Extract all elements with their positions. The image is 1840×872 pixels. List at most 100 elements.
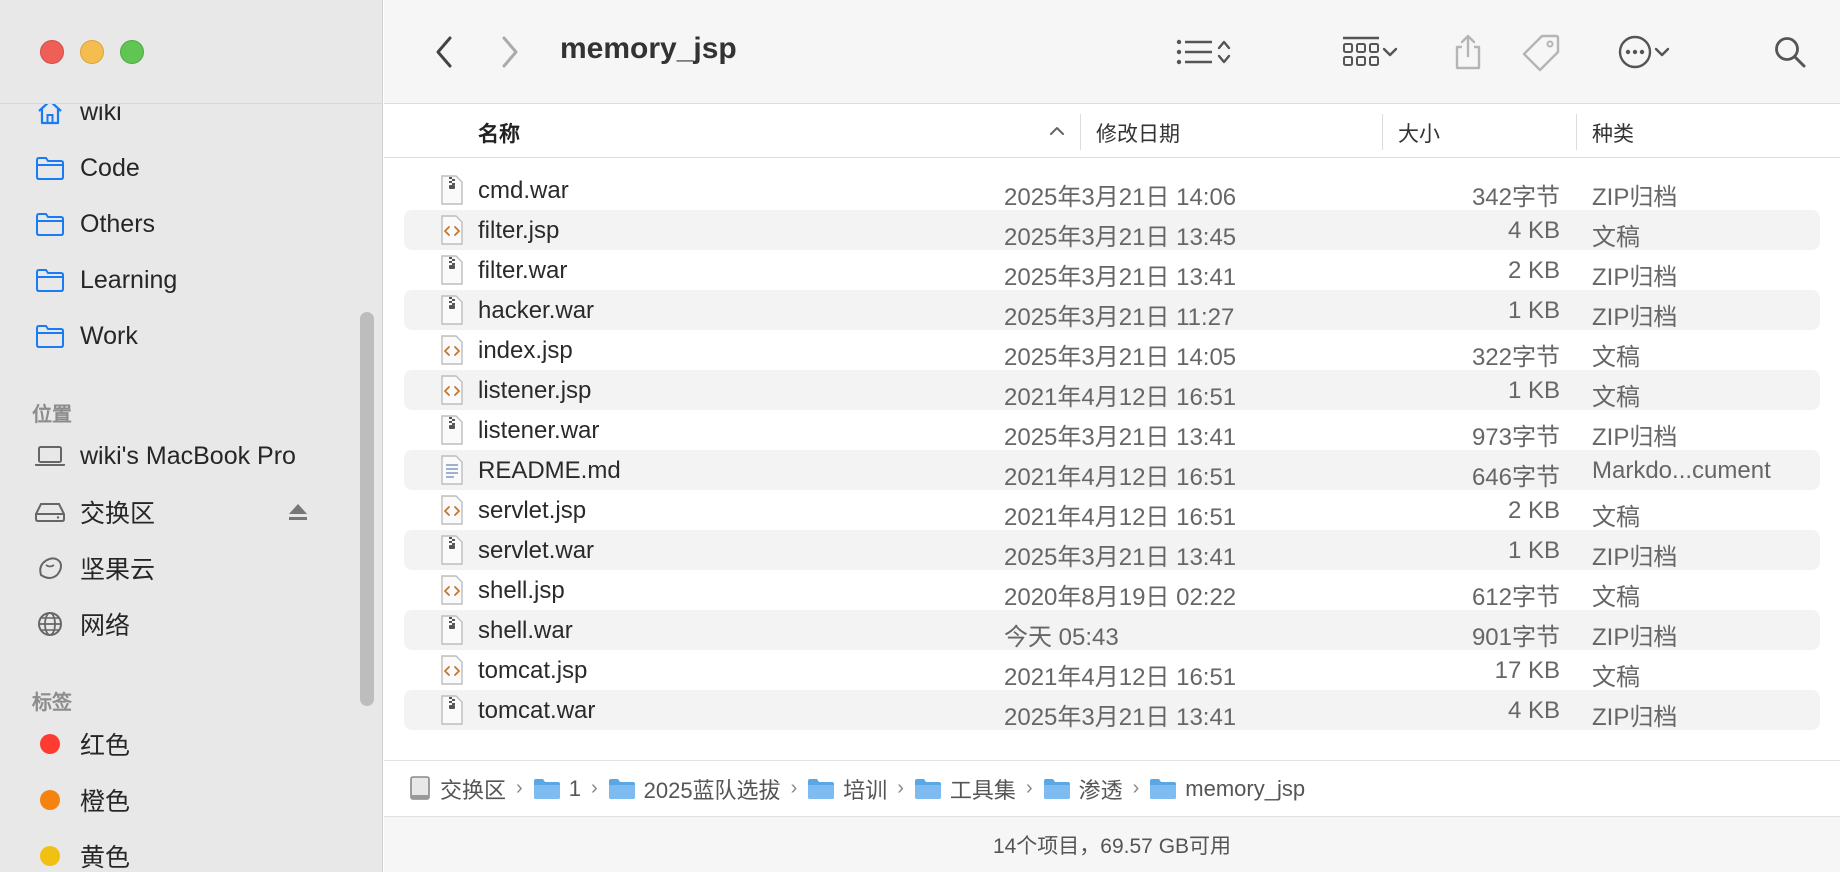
file-kind: ZIP归档	[1592, 304, 1678, 331]
sidebar-item-network[interactable]: 网络	[34, 604, 130, 644]
column-divider[interactable]	[1080, 114, 1081, 150]
minimize-window-button[interactable]	[80, 40, 104, 64]
chevron-right-icon	[502, 36, 518, 68]
file-date: 2021年4月12日 16:51	[1004, 384, 1237, 411]
file-size: 2 KB	[1507, 257, 1560, 284]
file-list: cmd.war 2025年3月21日 14:06 342字节 ZIP归档 filter.…	[384, 170, 1840, 731]
sidebar-item-macbook[interactable]: wiki's MacBook Pro	[34, 436, 296, 476]
forward-button[interactable]	[490, 30, 530, 74]
code-file-icon	[440, 375, 464, 405]
path-crumb[interactable]: 交换区	[408, 773, 506, 805]
chevron-updown-icon	[1217, 40, 1231, 64]
path-crumb[interactable]: 培训	[807, 773, 887, 805]
sidebar-item-label: 红色	[80, 732, 131, 760]
file-size: 1 KB	[1507, 377, 1560, 404]
code-file-icon	[440, 215, 464, 245]
file-name: shell.war	[478, 617, 573, 644]
file-row[interactable]: cmd.war 2025年3月21日 14:06 342字节 ZIP归档	[404, 170, 1820, 211]
close-window-button[interactable]	[40, 40, 64, 64]
path-crumb-label: 交换区	[440, 777, 507, 803]
tag-dot-icon	[34, 728, 66, 760]
file-row[interactable]: filter.jsp 2025年3月21日 13:45 4 KB 文稿	[404, 210, 1820, 251]
path-crumb[interactable]: memory_jsp	[1149, 776, 1305, 802]
file-kind: ZIP归档	[1592, 424, 1678, 451]
tag-button[interactable]	[1518, 30, 1566, 74]
window-title: memory_jsp	[560, 32, 737, 65]
file-date: 2025年3月21日 13:45	[1004, 224, 1237, 251]
sidebar-item-others[interactable]: Others	[34, 204, 155, 244]
folder-icon	[34, 208, 66, 240]
column-kind-header[interactable]: 种类	[1592, 118, 1634, 148]
sidebar-section-tags: 标签	[32, 692, 72, 714]
sort-ascending-icon[interactable]	[1048, 122, 1066, 140]
path-crumb-label: 2025蓝队选拔	[643, 777, 781, 803]
folder-icon	[807, 777, 835, 801]
sidebar-tag-yellow[interactable]: 黄色	[34, 836, 130, 872]
sidebar-tag-orange[interactable]: 橙色	[34, 780, 130, 820]
sidebar-scrollbar[interactable]	[360, 312, 374, 706]
column-divider[interactable]	[1576, 114, 1577, 150]
sidebar: wiki Code Others Learning Work 位置 wiki's…	[0, 0, 383, 872]
file-name: index.jsp	[478, 337, 573, 364]
share-icon	[1455, 34, 1481, 70]
sidebar-tag-red[interactable]: 红色	[34, 724, 130, 764]
file-row[interactable]: listener.jsp 2021年4月12日 16:51 1 KB 文稿	[404, 370, 1820, 411]
search-button[interactable]	[1766, 30, 1814, 74]
file-row[interactable]: hacker.war 2025年3月21日 11:27 1 KB ZIP归档	[404, 290, 1820, 331]
chevron-down-icon	[1382, 47, 1398, 57]
path-crumb[interactable]: 渗透	[1043, 773, 1123, 805]
path-crumb-label: 1	[568, 775, 581, 801]
path-crumb[interactable]: 工具集	[914, 773, 1016, 805]
file-row[interactable]: README.md 2021年4月12日 16:51 646字节 Markdo...c…	[404, 450, 1820, 491]
eject-icon[interactable]	[286, 500, 310, 524]
file-row[interactable]: tomcat.war 2025年3月21日 13:41 4 KB ZIP归档	[404, 690, 1820, 731]
chevron-right-icon: ›	[1025, 777, 1033, 799]
zoom-window-button[interactable]	[120, 40, 144, 64]
chevron-right-icon: ›	[590, 777, 598, 799]
group-button[interactable]	[1332, 30, 1408, 74]
file-row[interactable]: servlet.jsp 2021年4月12日 16:51 2 KB 文稿	[404, 490, 1820, 531]
file-row[interactable]: filter.war 2025年3月21日 13:41 2 KB ZIP归档	[404, 250, 1820, 291]
chevron-right-icon: ›	[897, 777, 904, 799]
path-crumb[interactable]: 1	[533, 776, 581, 802]
file-row[interactable]: index.jsp 2025年3月21日 14:05 322字节 文稿	[404, 330, 1820, 371]
view-mode-button[interactable]	[1166, 30, 1242, 74]
back-button[interactable]	[424, 30, 464, 74]
sidebar-item-exchange[interactable]: 交换区	[34, 492, 155, 532]
file-row[interactable]: shell.jsp 2020年8月19日 02:22 612字节 文稿	[404, 570, 1820, 611]
file-name: tomcat.jsp	[478, 657, 588, 684]
drive-icon	[34, 496, 66, 528]
file-name: servlet.war	[478, 537, 595, 564]
file-size: 342字节	[1471, 184, 1560, 211]
column-name-header[interactable]: 名称	[478, 118, 520, 148]
sidebar-item-label: 网络	[80, 612, 131, 640]
column-date-header[interactable]: 修改日期	[1096, 118, 1180, 148]
more-actions-button[interactable]	[1606, 30, 1682, 74]
file-size: 612字节	[1471, 584, 1560, 611]
file-date: 2025年3月21日 11:27	[1004, 304, 1235, 331]
drive-icon	[408, 775, 432, 803]
share-button[interactable]	[1444, 30, 1492, 74]
path-crumb[interactable]: 2025蓝队选拔	[608, 773, 781, 805]
sidebar-item-nutstore[interactable]: 坚果云	[34, 548, 155, 588]
column-size-header[interactable]: 大小	[1398, 118, 1440, 148]
tag-icon	[1522, 34, 1560, 72]
file-size: 1 KB	[1507, 297, 1560, 324]
column-divider[interactable]	[1382, 114, 1383, 150]
file-row[interactable]: tomcat.jsp 2021年4月12日 16:51 17 KB 文稿	[404, 650, 1820, 691]
folder-icon	[34, 152, 66, 184]
file-date: 2025年3月21日 13:41	[1004, 544, 1237, 571]
search-icon	[1775, 37, 1806, 68]
sidebar-item-learning[interactable]: Learning	[34, 260, 177, 300]
list-view-icon	[1176, 39, 1212, 65]
file-row[interactable]: listener.war 2025年3月21日 13:41 973字节 ZIP归档	[404, 410, 1820, 451]
sidebar-item-work[interactable]: Work	[34, 316, 138, 356]
file-size: 646字节	[1471, 464, 1560, 491]
grid-group-icon	[1343, 36, 1379, 66]
file-name: listener.jsp	[478, 377, 592, 404]
path-crumb-label: 培训	[843, 777, 888, 803]
file-kind: Markdo...cument	[1592, 457, 1771, 484]
file-row[interactable]: servlet.war 2025年3月21日 13:41 1 KB ZIP归档	[404, 530, 1820, 571]
sidebar-item-code[interactable]: Code	[34, 148, 140, 188]
file-row[interactable]: shell.war 今天 05:43 901字节 ZIP归档	[404, 610, 1820, 651]
